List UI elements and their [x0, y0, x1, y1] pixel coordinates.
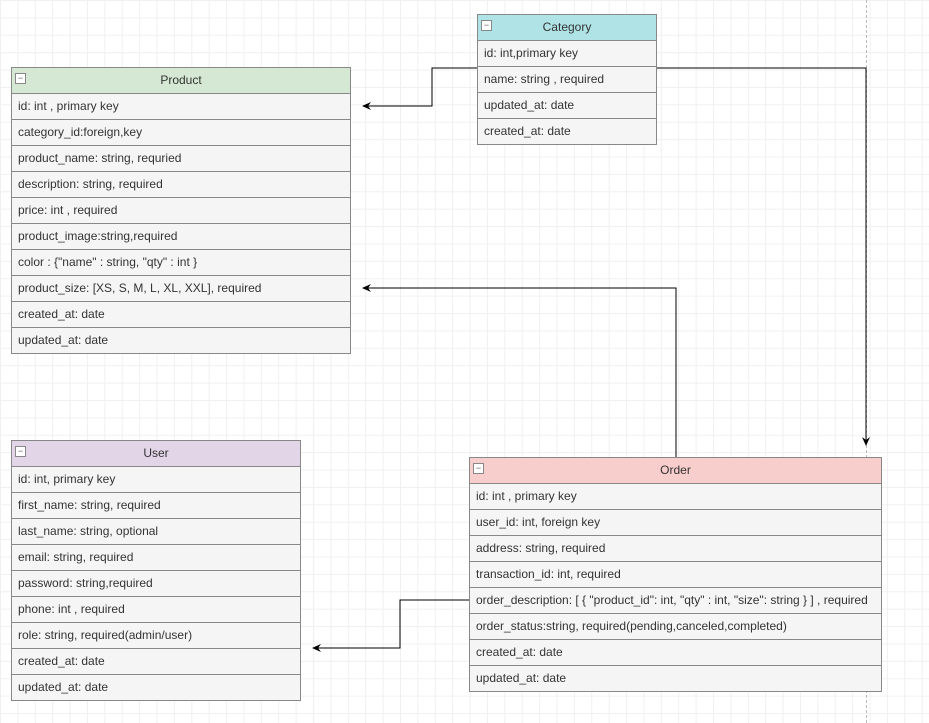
entity-field[interactable]: updated_at: date — [12, 675, 300, 700]
entity-field[interactable]: role: string, required(admin/user) — [12, 623, 300, 649]
entity-field[interactable]: updated_at: date — [470, 666, 881, 691]
entity-user[interactable]: − User id: int, primary keyfirst_name: str… — [11, 440, 301, 701]
entity-header-category[interactable]: − Category — [478, 15, 656, 41]
entity-field[interactable]: email: string, required — [12, 545, 300, 571]
entity-field[interactable]: category_id:foreign,key — [12, 120, 350, 146]
entity-field[interactable]: password: string,required — [12, 571, 300, 597]
entity-field[interactable]: order_description: [ { "product_id": int… — [470, 588, 881, 614]
entity-field[interactable]: created_at: date — [470, 640, 881, 666]
entity-field[interactable]: price: int , required — [12, 198, 350, 224]
entity-field[interactable]: updated_at: date — [478, 93, 656, 119]
entity-field[interactable]: product_size: [XS, S, M, L, XL, XXL], re… — [12, 276, 350, 302]
collapse-icon[interactable]: − — [473, 463, 484, 474]
entity-field[interactable]: created_at: date — [478, 119, 656, 144]
entity-field[interactable]: product_image:string,required — [12, 224, 350, 250]
entity-header-order[interactable]: − Order — [470, 458, 881, 484]
entity-field[interactable]: address: string, required — [470, 536, 881, 562]
entity-title: Order — [660, 463, 691, 477]
entity-field[interactable]: id: int , primary key — [12, 94, 350, 120]
entity-field[interactable]: id: int,primary key — [478, 41, 656, 67]
entity-field[interactable]: user_id: int, foreign key — [470, 510, 881, 536]
entity-header-product[interactable]: − Product — [12, 68, 350, 94]
entity-product[interactable]: − Product id: int , primary keycategory_id… — [11, 67, 351, 354]
diagram-canvas[interactable]: −Productid: int , primary keycategory_id… — [0, 0, 929, 723]
entity-field[interactable]: id: int , primary key — [470, 484, 881, 510]
entity-field[interactable]: description: string, required — [12, 172, 350, 198]
entity-field[interactable]: transaction_id: int, required — [470, 562, 881, 588]
entity-field[interactable]: created_at: date — [12, 649, 300, 675]
entity-field[interactable]: first_name: string, required — [12, 493, 300, 519]
entity-field[interactable]: color : {"name" : string, "qty" : int } — [12, 250, 350, 276]
entity-field[interactable]: product_name: string, requried — [12, 146, 350, 172]
entity-field[interactable]: id: int, primary key — [12, 467, 300, 493]
collapse-icon[interactable]: − — [15, 73, 26, 84]
entity-field[interactable]: order_status:string, required(pending,ca… — [470, 614, 881, 640]
entity-title: Category — [543, 20, 592, 34]
entity-field[interactable]: updated_at: date — [12, 328, 350, 353]
collapse-icon[interactable]: − — [481, 20, 492, 31]
collapse-icon[interactable]: − — [15, 446, 26, 457]
entity-field[interactable]: created_at: date — [12, 302, 350, 328]
entity-category[interactable]: − Category id: int,primary keyname: string… — [477, 14, 657, 145]
entity-field[interactable]: name: string , required — [478, 67, 656, 93]
entity-field[interactable]: phone: int , required — [12, 597, 300, 623]
entity-field[interactable]: last_name: string, optional — [12, 519, 300, 545]
entity-header-user[interactable]: − User — [12, 441, 300, 467]
entity-order[interactable]: − Order id: int , primary keyuser_id: int,… — [469, 457, 882, 692]
entity-title: User — [143, 446, 168, 460]
entity-title: Product — [160, 73, 201, 87]
